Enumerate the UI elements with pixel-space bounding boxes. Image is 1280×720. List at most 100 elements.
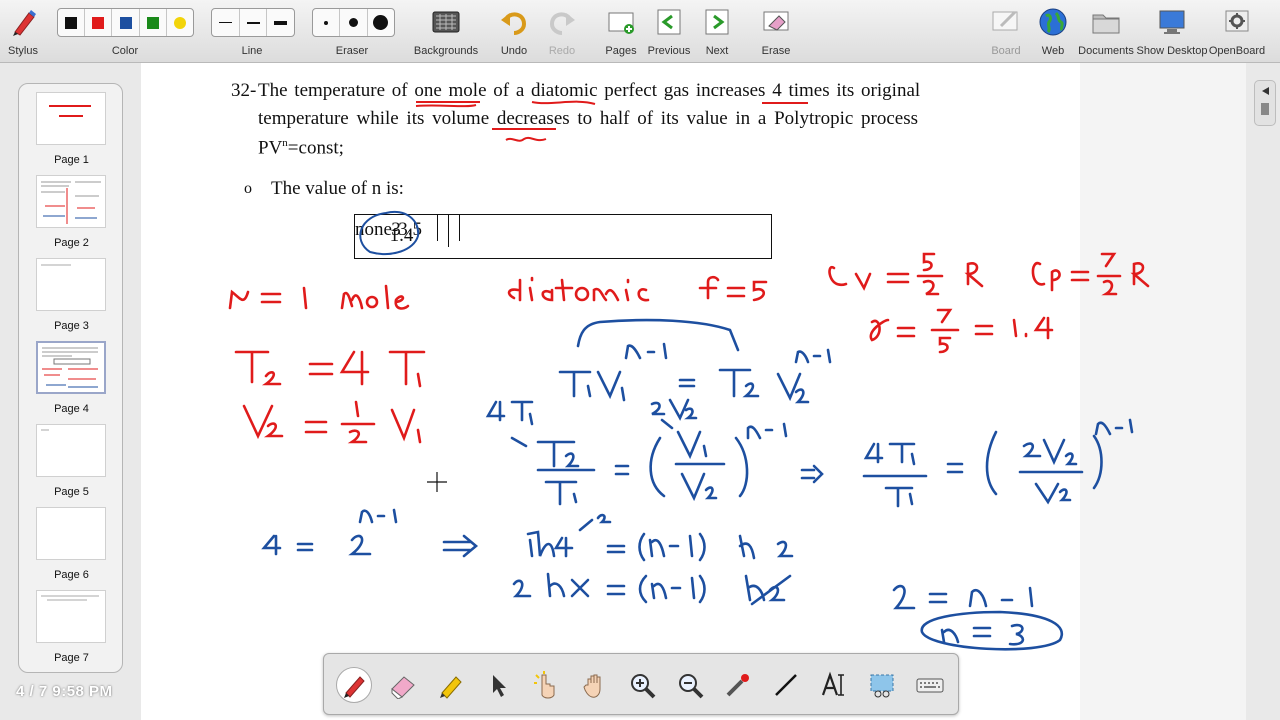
page-6-label: Page 6 [54,569,89,581]
library-panel-toggle[interactable] [1254,80,1276,126]
eraser-tool-button[interactable] [384,667,420,703]
stylus-button[interactable] [8,7,40,37]
color-blue-button[interactable] [112,9,140,36]
color-red-button[interactable] [85,9,113,36]
whiteboard-canvas[interactable] [141,63,1080,720]
eraser-medium-button[interactable] [340,9,368,36]
page-thumbnails-panel: Page 1 Page 2 Page 3 Page 4 Page 5 Page … [18,83,123,673]
page-7-label: Page 7 [54,652,89,664]
main-toolbar: Stylus Color Line Eraser Backgrounds Und… [0,0,1280,63]
pages-button[interactable] [605,7,637,37]
laser-pointer-icon [726,674,749,697]
page-thumbnail-3[interactable] [36,258,106,311]
backgrounds-button[interactable] [430,7,462,37]
eraser-icon [391,676,415,699]
erase-button[interactable] [760,7,792,37]
documents-button[interactable] [1090,7,1122,37]
arrow-pointer-icon [493,675,506,697]
pan-tool-button[interactable] [576,667,612,703]
redo-button[interactable] [546,7,578,37]
capture-tool-button[interactable] [864,667,900,703]
erase-page-icon [763,11,789,31]
stylus-icon [13,10,36,36]
question-line-3: PVn=const; [258,137,344,159]
zoom-in-icon [631,674,656,699]
eraser-size-picker [312,8,395,37]
bullet: o [244,180,252,197]
line-thick-button[interactable] [267,9,294,36]
redo-label: Redo [548,45,576,57]
line-width-picker [211,8,295,37]
page-2-label: Page 2 [54,237,89,249]
pen-icon [344,676,365,698]
page-1-label: Page 1 [54,154,89,166]
openboard-button[interactable] [1221,7,1253,37]
page-thumbnail-5[interactable] [36,424,106,477]
color-yellow-button[interactable] [167,9,193,36]
laser-pointer-button[interactable] [720,667,756,703]
line-icon [775,674,797,696]
line-medium-button[interactable] [240,9,268,36]
answer-prompt: The value of n is: [271,178,404,199]
text-tool-button[interactable] [816,667,852,703]
virtual-keyboard-button[interactable] [912,667,948,703]
page-5-preview [41,429,49,431]
page-3-label: Page 3 [54,320,89,332]
page-thumbnail-1[interactable] [36,92,106,145]
highlighter-tool-button[interactable] [432,667,468,703]
option-cell-4[interactable]: none [355,215,392,241]
zoom-out-button[interactable] [672,667,708,703]
expand-arrow-icon [1261,87,1269,115]
color-black-button[interactable] [58,9,86,36]
previous-label: Previous [647,45,691,57]
next-button[interactable] [701,7,733,37]
zoom-in-button[interactable] [624,667,660,703]
show-desktop-button[interactable] [1156,7,1188,37]
web-label: Web [1041,45,1065,57]
formula-pv: PV [258,137,283,159]
eraser-small-button[interactable] [313,9,341,36]
stylus-label: Stylus [8,45,38,57]
pages-label: Pages [605,45,637,57]
eraser-large-button[interactable] [368,9,394,36]
undo-icon [501,12,527,35]
page-counter-clock: 4 / 7 9:58 PM [16,683,113,700]
select-tool-button[interactable] [480,667,516,703]
backgrounds-label: Backgrounds [413,45,479,57]
previous-page-icon [657,9,681,35]
zoom-out-icon [679,674,704,699]
page-7-preview [41,595,99,601]
question-line-2: temperature while its volume decreases t… [258,108,919,129]
undo-label: Undo [500,45,528,57]
line-tool-button[interactable] [768,667,804,703]
erase-label: Erase [761,45,791,57]
page-thumbnail-4[interactable] [36,341,106,394]
page-thumbnail-6[interactable] [36,507,106,560]
interact-tool-button[interactable] [528,667,564,703]
question-number: 32- [231,80,257,101]
pen-tool-button[interactable] [336,667,372,703]
page-thumbnail-7[interactable] [36,590,106,643]
color-green-button[interactable] [140,9,167,36]
page-1-preview [49,105,91,117]
drawing-tools-palette [323,653,959,715]
hand-icon [583,674,601,698]
folder-icon [1092,14,1120,34]
line-thin-button[interactable] [212,9,240,36]
eraser-label: Eraser [335,45,369,57]
board-icon [992,10,1018,31]
undo-button[interactable] [498,7,530,37]
page-3-preview [41,264,71,266]
question-line-1: The temperature of one mole of a diatomi… [258,80,921,101]
color-label: Color [111,45,139,57]
right-margin [1080,63,1246,720]
board-button[interactable] [990,7,1022,37]
add-page-icon [608,12,634,34]
backgrounds-icon [432,11,460,33]
color-picker [57,8,194,37]
previous-button[interactable] [653,7,685,37]
web-button[interactable] [1037,7,1069,37]
page-4-label: Page 4 [54,403,89,415]
page-thumbnail-2[interactable] [36,175,106,228]
text-icon [821,671,844,696]
